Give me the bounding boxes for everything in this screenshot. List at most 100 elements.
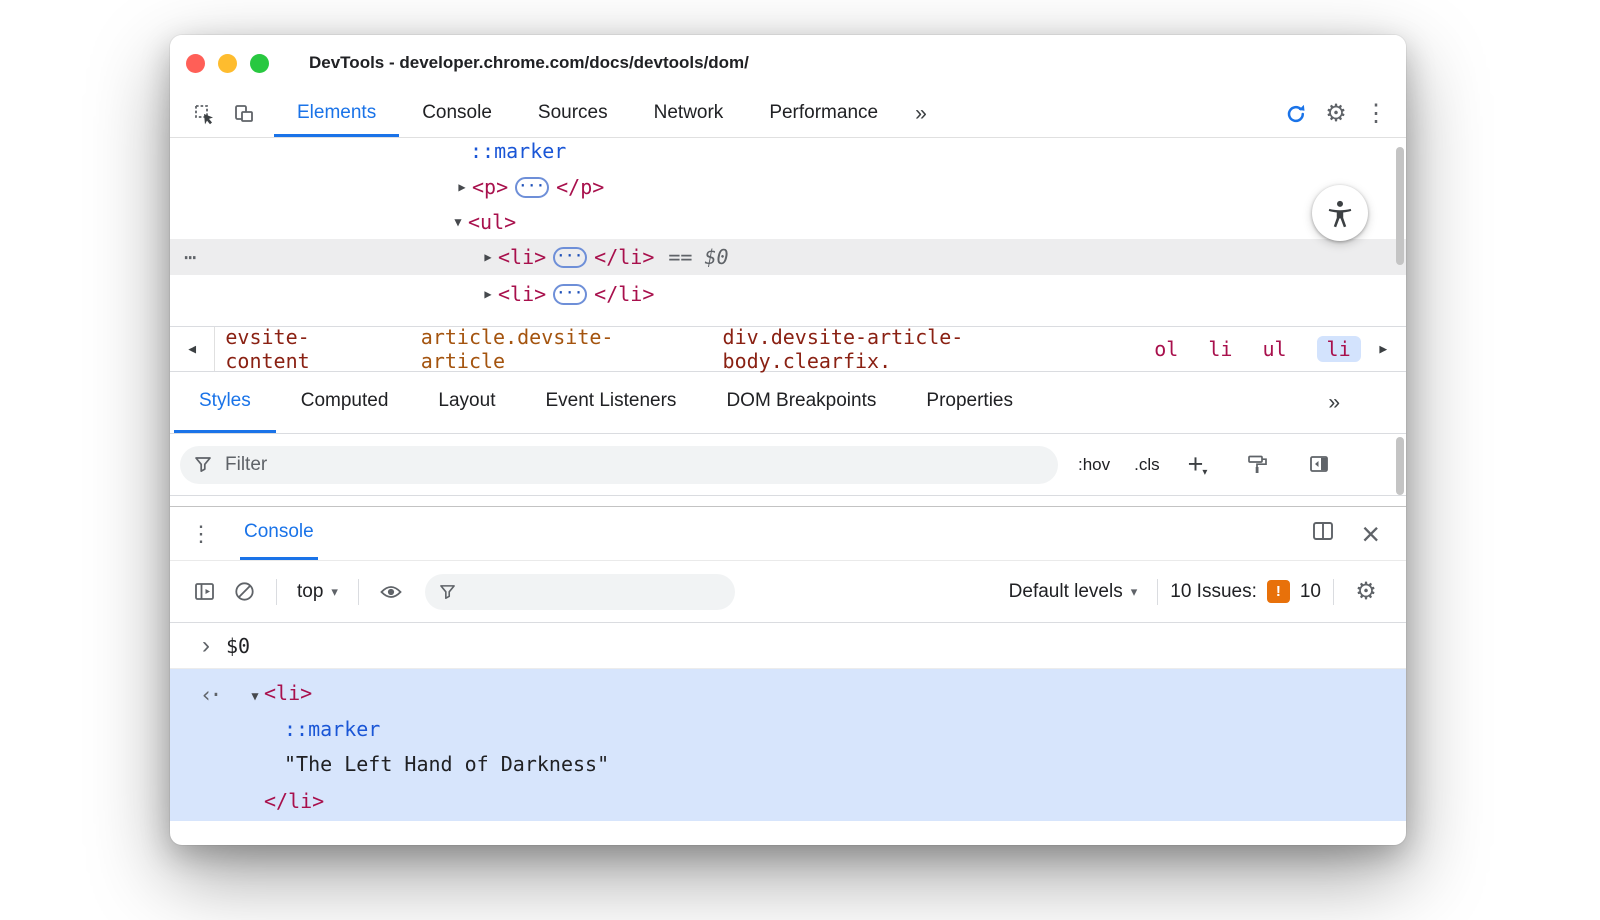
close-drawer-icon[interactable]: × (1361, 518, 1380, 550)
row-overflow-icon[interactable]: ⋯ (184, 245, 197, 269)
tab-event-listeners-label: Event Listeners (545, 390, 677, 411)
execution-context-label: top (297, 580, 324, 602)
minimize-window-button[interactable] (218, 53, 237, 73)
tab-computed[interactable]: Computed (276, 372, 414, 433)
tab-console[interactable]: Console (399, 91, 515, 137)
inspect-element-icon[interactable] (184, 91, 224, 137)
tab-network[interactable]: Network (631, 91, 747, 137)
styles-scrollbar[interactable] (1396, 437, 1404, 495)
console-expression: $0 (226, 633, 251, 658)
console-filter-field[interactable] (424, 573, 735, 610)
tree-row-ul[interactable]: ▼ <ul> (170, 204, 1406, 240)
split-panel-icon[interactable] (1311, 520, 1335, 547)
more-tabs-icon[interactable]: » (901, 91, 941, 137)
tab-layout[interactable]: Layout (413, 372, 520, 433)
plus-caret-icon: ▾ (1202, 467, 1208, 478)
zoom-window-button[interactable] (250, 53, 269, 73)
disclosure-open-icon[interactable]: ▼ (448, 215, 468, 229)
drawer-menu-icon[interactable]: ⋮ (190, 507, 212, 560)
expand-inline-icon[interactable]: ··· (553, 246, 588, 268)
expand-inline-icon[interactable]: ··· (515, 176, 550, 198)
console-settings-gear-icon[interactable]: ⚙ (1346, 579, 1386, 604)
tab-performance[interactable]: Performance (746, 91, 901, 137)
li-open-tag: <li> (264, 681, 313, 705)
breadcrumb-li-selected[interactable]: li (1316, 336, 1361, 362)
toolbar-divider (357, 578, 359, 605)
execution-context-selector[interactable]: top ▾ (289, 581, 346, 603)
li-open-tag: <li> (498, 245, 547, 269)
tab-console-label: Console (422, 101, 492, 123)
console-toolbar: top ▾ Default levels ▾ 10 Issues: ! 10 ⚙ (170, 561, 1406, 623)
tab-dom-breakpoints-label: DOM Breakpoints (726, 390, 877, 411)
devtools-window: DevTools - developer.chrome.com/docs/dev… (170, 35, 1406, 845)
breadcrumb-devsite-content[interactable]: evsite-content (225, 325, 390, 373)
close-window-button[interactable] (186, 53, 205, 73)
live-expression-eye-icon[interactable] (371, 581, 411, 603)
drawer-tab-console[interactable]: Console (240, 507, 318, 560)
tree-row-p[interactable]: ▶ <p> ··· </p> (170, 169, 1406, 205)
disclosure-closed-icon[interactable]: ▶ (478, 250, 498, 264)
tab-sources[interactable]: Sources (515, 91, 631, 137)
tree-row-marker[interactable]: ::marker (170, 138, 1406, 169)
panel-tabs: Elements Console Sources Network Perform… (274, 91, 901, 137)
console-input-echo[interactable]: › $0 (170, 623, 1406, 669)
disclosure-closed-icon[interactable]: ▶ (452, 180, 472, 194)
plus-icon: + (1187, 449, 1204, 479)
toggle-class-button[interactable]: .cls (1134, 455, 1160, 475)
tab-properties-label: Properties (926, 390, 1013, 411)
clear-console-icon[interactable] (224, 580, 264, 603)
elements-scrollbar[interactable] (1396, 147, 1404, 265)
tree-row-li[interactable]: ▶ <li> ··· </li> (170, 276, 1406, 312)
console-filter-input[interactable] (466, 581, 707, 602)
styles-sidebar-tabs: Styles Computed Layout Event Listeners D… (170, 372, 1406, 434)
styles-filter-input[interactable] (225, 453, 925, 476)
result-text-node: "The Left Hand of Darkness" (284, 752, 610, 776)
toggle-hover-state-button[interactable]: :hov (1078, 455, 1110, 475)
tree-row-li-selected[interactable]: ⋯ ▶ <li> ··· </li> == $0 (170, 239, 1406, 275)
console-sidebar-icon[interactable] (184, 580, 224, 603)
disclosure-open-icon[interactable]: ▼ (246, 689, 264, 703)
tab-styles[interactable]: Styles (174, 372, 276, 433)
log-levels-selector[interactable]: Default levels ▾ (1001, 581, 1146, 603)
customize-devtools-icon[interactable]: ⋮ (1356, 102, 1396, 126)
styles-filter-field[interactable] (180, 445, 1058, 484)
breadcrumb-article[interactable]: article.devsite-article (421, 325, 693, 373)
breadcrumb-ol[interactable]: ol (1154, 337, 1178, 361)
device-toolbar-icon[interactable] (224, 91, 264, 137)
dom-tree-panel: ::marker ▶ <p> ··· </p> ▼ <ul> ⋯ ▶ <li> … (170, 138, 1406, 326)
more-sidebar-tabs-icon[interactable]: » (1314, 372, 1354, 433)
prompt-chevron-icon: › (202, 631, 210, 659)
breadcrumb-scroll-right-icon[interactable]: ▶ (1361, 327, 1406, 371)
settings-gear-icon[interactable]: ⚙ (1316, 102, 1356, 126)
toolbar-divider (1157, 578, 1159, 605)
equals-sign: == (668, 245, 693, 269)
styles-filter-toolbar: :hov .cls + ▾ (170, 434, 1406, 496)
disclosure-closed-icon[interactable]: ▶ (478, 287, 498, 301)
issues-label: 10 Issues: (1170, 580, 1257, 602)
breadcrumb-scroll-left-icon[interactable]: ◀ (170, 327, 216, 371)
accessibility-icon[interactable] (1312, 185, 1368, 241)
refresh-icon[interactable] (1276, 102, 1316, 126)
result-li-close-tag: </li> (264, 789, 325, 813)
styles-panel-spacer (170, 496, 1406, 506)
li-open-tag: <li> (498, 282, 547, 306)
tab-layout-label: Layout (438, 390, 496, 411)
issues-counter[interactable]: 10 Issues: ! 10 (1170, 580, 1321, 603)
toolbar-divider (1333, 578, 1334, 605)
sidebar-toggle-icon[interactable] (1299, 453, 1339, 476)
kebab-glyph: ⋮ (1364, 100, 1388, 127)
tab-properties[interactable]: Properties (901, 372, 1038, 433)
breadcrumb-li[interactable]: li (1208, 337, 1232, 361)
new-style-rule-button[interactable]: + ▾ (1187, 449, 1208, 479)
console-result-block[interactable]: ‹· ▼ <li> ::marker "The Left Hand of Dark… (170, 669, 1406, 821)
tab-event-listeners[interactable]: Event Listeners (520, 372, 701, 433)
drawer-tab-console-label: Console (244, 521, 314, 542)
result-li-open-line[interactable]: ▼ <li> (246, 681, 312, 705)
breadcrumb-div-body[interactable]: div.devsite-article-body.clearfix. (723, 325, 1125, 373)
breadcrumb-ul[interactable]: ul (1262, 337, 1286, 361)
tab-dom-breakpoints[interactable]: DOM Breakpoints (701, 372, 901, 433)
brush-icon[interactable] (1237, 453, 1277, 476)
tab-elements[interactable]: Elements (274, 91, 400, 137)
expand-inline-icon[interactable]: ··· (553, 283, 588, 305)
log-levels-label: Default levels (1008, 580, 1123, 602)
